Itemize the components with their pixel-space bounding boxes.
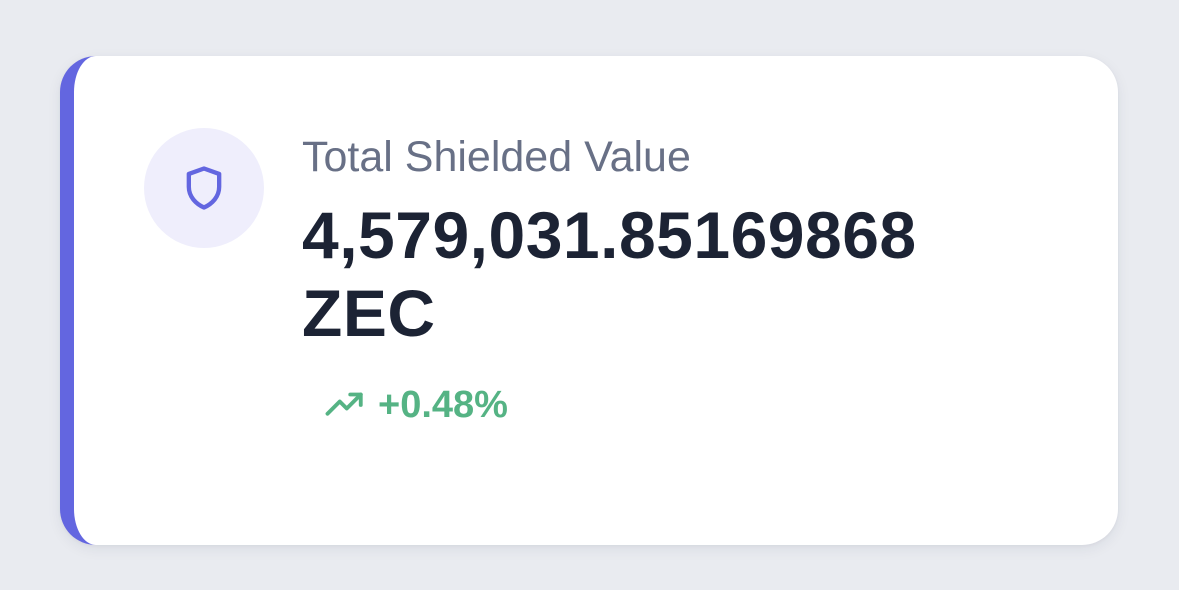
shield-icon-badge <box>144 128 264 248</box>
value-unit: ZEC <box>302 276 436 350</box>
total-value: 4,579,031.85169868 ZEC <box>302 196 1082 352</box>
change-percent: +0.48% <box>378 384 508 426</box>
card-content: Total Shielded Value 4,579,031.85169868 … <box>302 130 1082 428</box>
change-indicator: +0.48% <box>324 382 1082 428</box>
shielded-value-card: Total Shielded Value 4,579,031.85169868 … <box>60 56 1118 545</box>
shield-icon <box>186 166 222 210</box>
card-label: Total Shielded Value <box>302 133 691 181</box>
trending-up-icon <box>325 392 363 416</box>
value-amount: 4,579,031.85169868 <box>302 198 917 272</box>
